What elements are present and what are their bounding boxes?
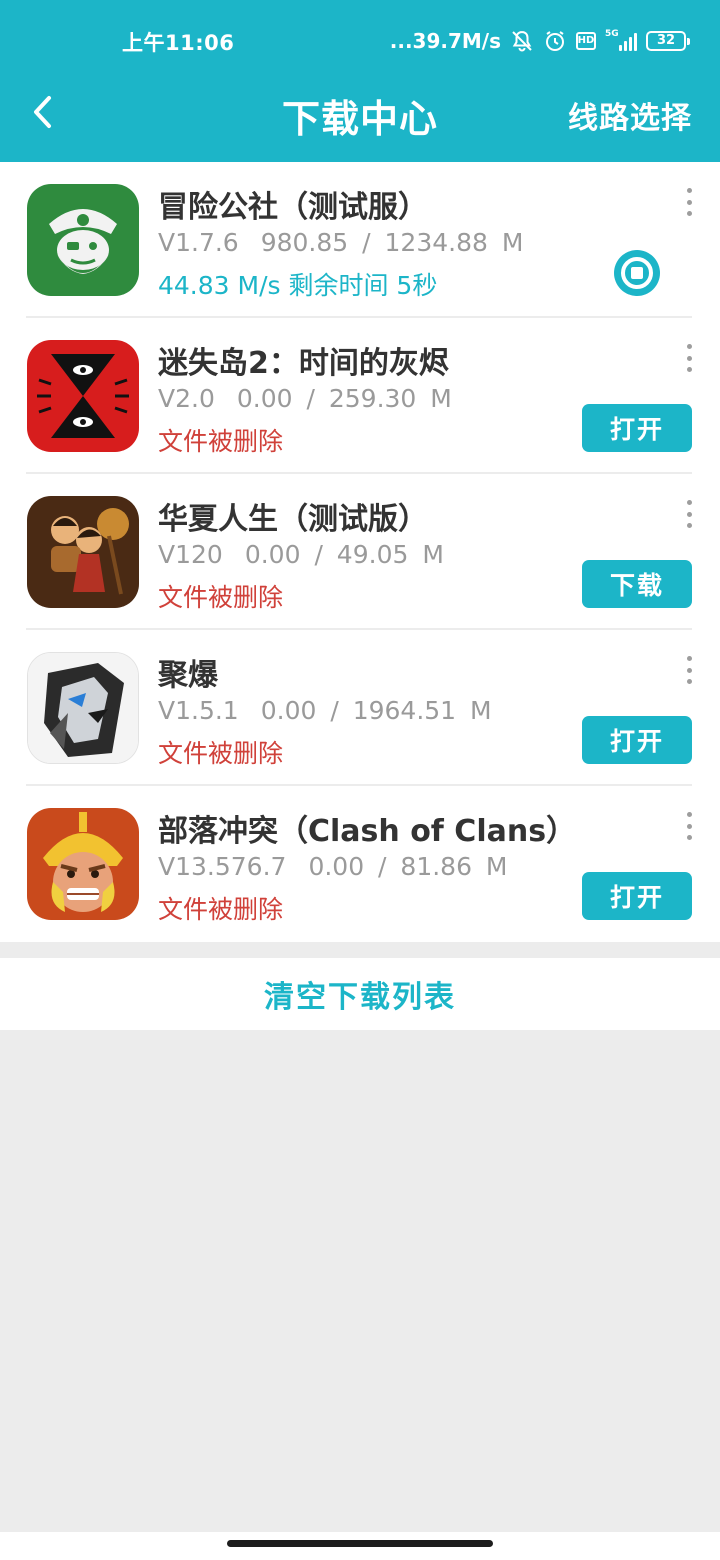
app-size: 0.00 / 49.05 M — [244, 540, 444, 569]
app-size: 0.00 / 259.30 M — [236, 384, 452, 413]
file-deleted-status: 文件被删除 — [158, 583, 284, 612]
open-button[interactable]: 打开 — [582, 404, 692, 452]
more-options-button[interactable] — [680, 656, 698, 684]
more-options-button[interactable] — [680, 812, 698, 840]
more-options-button[interactable] — [680, 344, 698, 372]
file-deleted-status: 文件被删除 — [158, 895, 284, 924]
list-item[interactable]: 部落冲突（Clash of Clans） V13.576.7 0.00 / 81.… — [0, 786, 720, 942]
stop-download-button[interactable] — [612, 248, 662, 298]
download-progress-status: 44.83 M/s 剩余时间 5秒 — [158, 271, 438, 300]
list-item[interactable]: 冒险公社（测试服） V1.7.6 980.85 / 1234.88 M 44.83… — [0, 162, 720, 318]
hd-icon: HD — [576, 32, 596, 50]
app-version: V120 — [158, 540, 223, 569]
top-bar: 上午11:06 ...39.7M/s HD 5G 32 下载中心 线路选择 — [0, 0, 720, 162]
app-version: V2.0 — [158, 384, 215, 413]
list-item[interactable]: 华夏人生（测试版） V120 0.00 / 49.05 M 文件被删除 下载 — [0, 474, 720, 630]
app-meta: V1.5.1 0.00 / 1964.51 M — [158, 696, 492, 725]
battery-icon: 32 — [646, 31, 690, 51]
app-name: 迷失岛2：时间的灰烬 — [158, 346, 449, 381]
app-name: 聚爆 — [158, 658, 218, 693]
clear-download-list-button[interactable]: 清空下载列表 — [0, 958, 720, 1030]
alarm-icon — [543, 29, 567, 53]
app-version: V13.576.7 — [158, 852, 287, 881]
app-name: 华夏人生（测试版） — [158, 502, 428, 537]
more-options-button[interactable] — [680, 188, 698, 216]
armor-app-icon — [27, 652, 139, 764]
app-size: 0.00 / 81.86 M — [308, 852, 508, 881]
open-button[interactable]: 打开 — [582, 872, 692, 920]
download-list: 冒险公社（测试服） V1.7.6 980.85 / 1234.88 M 44.83… — [0, 162, 720, 942]
hourglass-app-icon — [27, 340, 139, 452]
app-name: 冒险公社（测试服） — [158, 190, 428, 225]
barbarian-app-icon — [27, 808, 139, 920]
app-meta: V13.576.7 0.00 / 81.86 M — [158, 852, 508, 881]
more-options-button[interactable] — [680, 500, 698, 528]
route-select-button[interactable]: 线路选择 — [568, 93, 692, 137]
download-button[interactable]: 下载 — [582, 560, 692, 608]
app-size: 0.00 / 1964.51 M — [260, 696, 492, 725]
file-deleted-status: 文件被删除 — [158, 427, 284, 456]
status-time: 上午11:06 — [122, 31, 235, 55]
app-version: V1.5.1 — [158, 696, 239, 725]
app-meta: V1.7.6 980.85 / 1234.88 M — [158, 228, 523, 257]
bell-muted-icon — [510, 29, 534, 53]
pirate-app-icon — [27, 184, 139, 296]
app-name: 部落冲突（Clash of Clans） — [158, 814, 577, 849]
app-version: V1.7.6 — [158, 228, 239, 257]
stop-icon — [614, 250, 660, 296]
app-meta: V2.0 0.00 / 259.30 M — [158, 384, 452, 413]
app-size: 980.85 / 1234.88 M — [260, 228, 524, 257]
status-icons: ...39.7M/s HD 5G 32 — [389, 27, 690, 55]
signal-icon: 5G — [605, 29, 637, 51]
kids-app-icon — [27, 496, 139, 608]
net-speed: ...39.7M/s — [389, 29, 501, 53]
home-indicator[interactable] — [227, 1540, 493, 1547]
open-button[interactable]: 打开 — [582, 716, 692, 764]
app-meta: V120 0.00 / 49.05 M — [158, 540, 444, 569]
list-item[interactable]: 迷失岛2：时间的灰烬 V2.0 0.00 / 259.30 M 文件被删除 打开 — [0, 318, 720, 474]
file-deleted-status: 文件被删除 — [158, 739, 284, 768]
list-item[interactable]: 聚爆 V1.5.1 0.00 / 1964.51 M 文件被删除 打开 — [0, 630, 720, 786]
